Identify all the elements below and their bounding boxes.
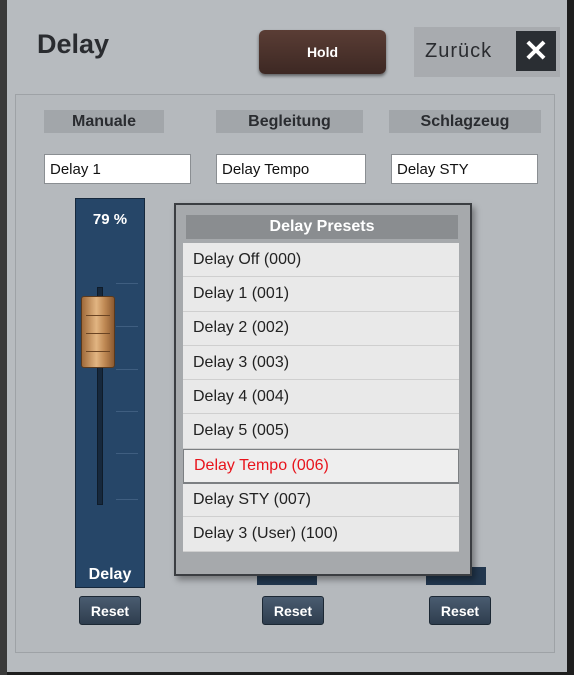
fader-tick: [116, 369, 138, 370]
fader-label: Delay: [88, 566, 132, 583]
reset-button-manuale[interactable]: Reset: [79, 596, 141, 625]
fader-percent: 79 %: [92, 211, 128, 228]
window-edge: [0, 0, 7, 675]
knob-groove: [86, 351, 110, 352]
preset-item-selected[interactable]: Delay Tempo (006): [183, 448, 459, 484]
knob-groove: [86, 333, 110, 334]
preset-item[interactable]: Delay STY (007): [183, 483, 459, 518]
fader-tick: [116, 283, 138, 284]
preset-item[interactable]: Delay Off (000): [183, 243, 459, 278]
reset-button-schlagzeug[interactable]: Reset: [429, 596, 491, 625]
preset-item[interactable]: Delay 3 (User) (100): [183, 517, 459, 552]
schlagzeug-delay-field[interactable]: Delay STY: [391, 154, 538, 184]
close-icon[interactable]: ✕: [516, 31, 556, 71]
back-button[interactable]: Zurück ✕: [414, 27, 560, 77]
header-manuale: Manuale: [44, 110, 164, 133]
preset-item[interactable]: Delay 4 (004): [183, 380, 459, 415]
page-title: Delay: [37, 29, 110, 59]
manuale-delay-fader[interactable]: 79 % Delay: [75, 198, 145, 588]
reset-button-begleitung[interactable]: Reset: [262, 596, 324, 625]
popup-title: Delay Presets: [186, 215, 458, 239]
delay-presets-popup: Delay Presets Delay Off (000) Delay 1 (00…: [174, 203, 472, 576]
begleitung-delay-field[interactable]: Delay Tempo: [216, 154, 366, 184]
manuale-delay-field[interactable]: Delay 1: [44, 154, 191, 184]
hold-button[interactable]: Hold: [259, 30, 386, 74]
fader-knob[interactable]: [81, 296, 115, 368]
header-schlagzeug: Schlagzeug: [389, 110, 541, 133]
preset-item[interactable]: Delay 1 (001): [183, 277, 459, 312]
fader-tick: [116, 453, 138, 454]
preset-item[interactable]: Delay 5 (005): [183, 414, 459, 449]
fader-tick: [116, 499, 138, 500]
fader-tick: [116, 411, 138, 412]
back-label: Zurück: [425, 40, 493, 62]
preset-list: Delay Off (000) Delay 1 (001) Delay 2 (002…: [183, 243, 459, 552]
fader-tick: [116, 326, 138, 327]
preset-item[interactable]: Delay 3 (003): [183, 345, 459, 381]
header-begleitung: Begleitung: [216, 110, 363, 133]
preset-item[interactable]: Delay 2 (002): [183, 311, 459, 346]
knob-groove: [86, 315, 110, 316]
